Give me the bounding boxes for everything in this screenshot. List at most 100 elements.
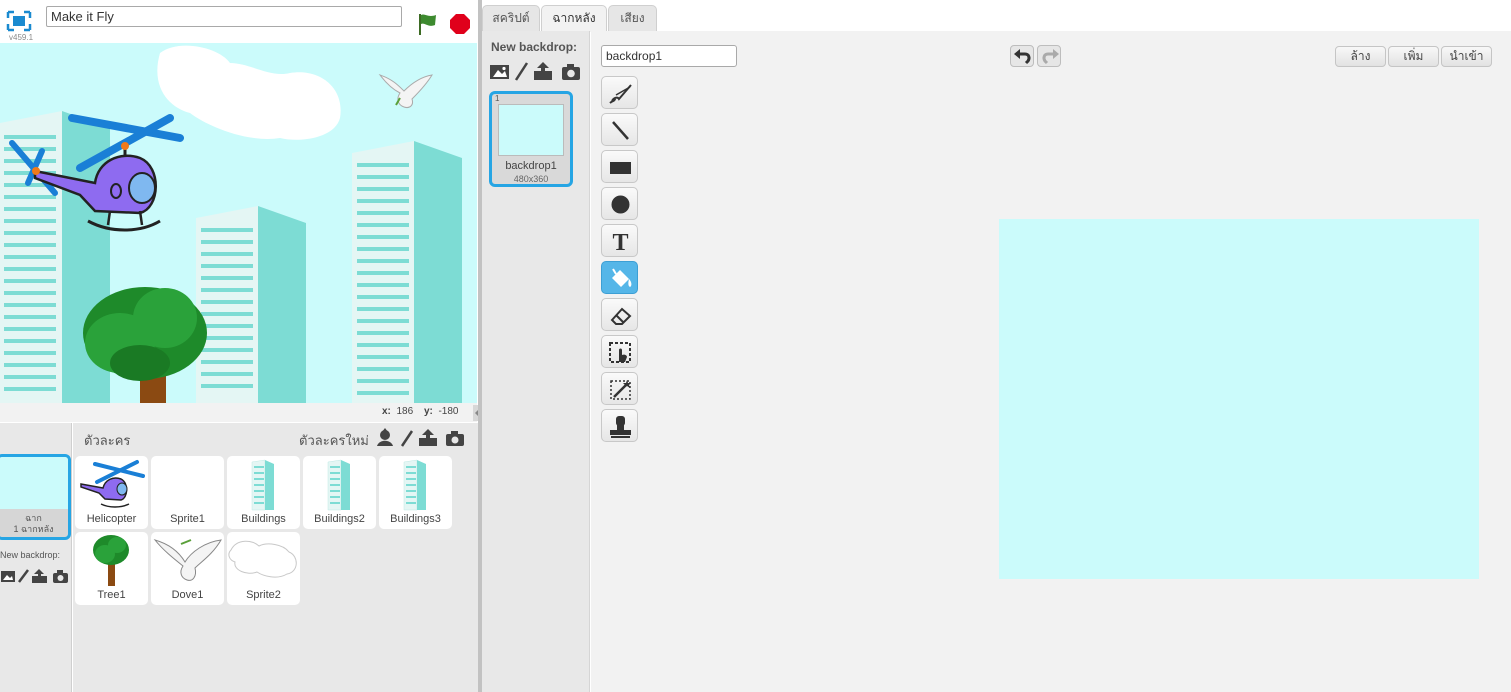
tab-backdrops[interactable]: ฉากหลัง [541, 5, 607, 32]
paint-new-backdrop-icon[interactable] [514, 62, 529, 81]
upload-backdrop-icon[interactable] [534, 62, 552, 80]
camera-backdrop-icon[interactable] [562, 64, 580, 80]
x-label: x: [382, 406, 391, 417]
mouse-coordinates: x: 186 y: -180 [0, 403, 477, 422]
building-icon [403, 459, 426, 511]
eraser-tool[interactable] [601, 298, 638, 331]
x-value: 186 [396, 406, 414, 417]
costume-name: backdrop1 [505, 160, 557, 172]
sprite-name: Helicopter [86, 513, 137, 525]
sprite-name: Buildings [241, 513, 286, 525]
rectangle-icon [610, 162, 631, 174]
sprite-tile-dove1[interactable]: Dove1 [151, 532, 224, 605]
sprite-name: Buildings3 [390, 513, 441, 525]
costume-name-input[interactable] [601, 45, 737, 67]
costume-number: 1 [495, 94, 500, 103]
costume-tile[interactable]: 1 backdrop1 480x360 [489, 91, 573, 187]
magic-select-icon [610, 380, 631, 400]
stop-icon[interactable] [449, 13, 471, 35]
select-icon [609, 342, 631, 363]
upload-sprite-icon[interactable] [419, 429, 437, 446]
backdrop-library-icon[interactable] [490, 65, 509, 79]
undo-icon[interactable] [1010, 45, 1034, 67]
sprite-tile-sprite2[interactable]: Sprite2 [227, 532, 300, 605]
line-tool[interactable] [601, 113, 638, 146]
green-flag-icon[interactable] [416, 12, 440, 36]
tab-scripts[interactable]: สคริปต์ [482, 5, 540, 31]
project-title-input[interactable] [46, 6, 402, 27]
helicopter-icon [80, 460, 145, 508]
sprite-tile-helicopter[interactable]: Helicopter [75, 456, 148, 529]
stamp-tool[interactable] [601, 409, 638, 442]
text-tool[interactable]: T [601, 224, 638, 257]
upload-icon[interactable] [32, 569, 47, 583]
stage[interactable] [0, 43, 477, 403]
backdrop-list: New backdrop: 1 backdrop1 480x360 [482, 31, 590, 692]
fullscreen-icon[interactable] [6, 10, 32, 32]
paint-canvas[interactable] [999, 219, 1479, 579]
costume-size: 480x360 [513, 174, 549, 184]
dove-icon [153, 539, 222, 581]
brush-tool[interactable] [601, 76, 638, 109]
sprite-library-icon[interactable] [377, 428, 393, 446]
stage-column: ฉาก 1 ฉากหลัง New backdrop: [0, 423, 72, 692]
sprite-name: Sprite1 [170, 513, 205, 525]
new-backdrop-label: New backdrop: [491, 40, 578, 54]
y-label: y: [424, 406, 433, 417]
stage-backdrop-icons [0, 568, 72, 584]
sprite-panel-header: ตัวละคร ตัวละครใหม่ [73, 423, 478, 453]
clear-button[interactable]: ล้าง [1335, 46, 1386, 67]
tree-icon [93, 535, 129, 586]
paint-brush-icon[interactable] [18, 569, 29, 583]
sprite-panel: ตัวละคร ตัวละครใหม่ Helicopter Sprite1 B… [73, 423, 478, 692]
sprite-name: Sprite2 [246, 589, 281, 601]
paint-new-sprite-icon[interactable] [400, 430, 414, 447]
cloud-outline-icon [228, 540, 297, 578]
stage-thumbnail-label: ฉาก 1 ฉากหลัง [0, 513, 68, 535]
fill-icon [612, 268, 632, 287]
import-button[interactable]: นำเข้า [1441, 46, 1492, 67]
tab-bar: สคริปต์ ฉากหลัง เสียง [482, 0, 1511, 32]
stage-label: ฉาก [25, 513, 42, 523]
ellipse-icon [611, 195, 630, 214]
add-button[interactable]: เพิ่ม [1388, 46, 1439, 67]
fill-tool[interactable] [601, 261, 638, 294]
sprite-tile-tree1[interactable]: Tree1 [75, 532, 148, 605]
building-icon [327, 459, 350, 511]
new-sprite-icons [375, 428, 467, 448]
paint-editor: ล้าง เพิ่ม นำเข้า T [591, 31, 1511, 692]
sprite-tile-sprite1[interactable]: Sprite1 [151, 456, 224, 529]
rectangle-tool[interactable] [601, 150, 638, 183]
sprites-title: ตัวละคร [84, 433, 131, 448]
ellipse-tool[interactable] [601, 187, 638, 220]
camera-sprite-icon[interactable] [446, 431, 464, 446]
building-right [352, 141, 462, 403]
text-icon: T [612, 230, 628, 256]
new-sprite-label: ตัวละครใหม่ [299, 433, 369, 448]
sprite-tile-buildings[interactable]: Buildings [227, 456, 300, 529]
redo-icon[interactable] [1037, 45, 1061, 67]
tab-sounds[interactable]: เสียง [608, 5, 657, 31]
sprite-tile-buildings2[interactable]: Buildings2 [303, 456, 376, 529]
select-tool[interactable] [601, 335, 638, 368]
dove-shape [378, 74, 433, 108]
stage-header: v459.1 [0, 0, 478, 43]
backdrop-count: 1 ฉากหลัง [13, 524, 54, 534]
brush-icon [609, 84, 632, 104]
text-tool-glyph: T [612, 230, 628, 256]
eraser-icon [610, 307, 632, 325]
y-value: -180 [438, 406, 459, 417]
camera-icon[interactable] [53, 570, 68, 583]
cloud-shape [157, 45, 341, 140]
stage-new-backdrop-label: New backdrop: [0, 550, 61, 560]
sprite-name: Tree1 [97, 589, 126, 601]
sprite-name: Dove1 [171, 589, 204, 601]
line-icon [612, 121, 629, 140]
building-middle [196, 206, 306, 403]
sprite-tile-buildings3[interactable]: Buildings3 [379, 456, 452, 529]
paint-image-icon[interactable] [1, 571, 15, 582]
costume-thumbnail [498, 104, 564, 156]
stage-thumbnail[interactable]: ฉาก 1 ฉากหลัง [0, 454, 71, 540]
magic-select-tool[interactable] [601, 372, 638, 405]
building-icon [251, 459, 274, 511]
